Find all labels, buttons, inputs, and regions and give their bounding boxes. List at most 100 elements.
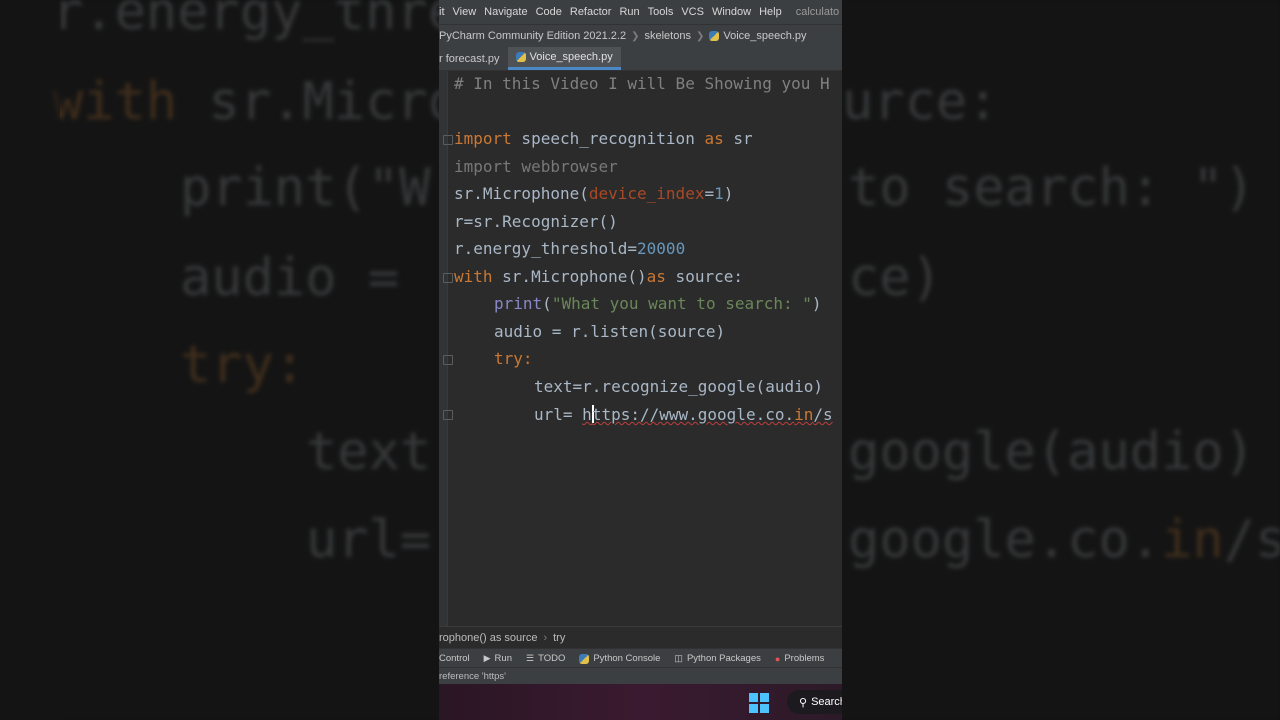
url-tail: /s xyxy=(813,405,833,424)
mic-call: sr.Microphone( xyxy=(454,184,589,203)
url-h: h xyxy=(582,405,592,424)
python-file-icon xyxy=(709,31,720,41)
fold-marker-icon[interactable] xyxy=(443,410,453,420)
menu-item-vcs[interactable]: VCS xyxy=(681,6,704,18)
print-open: ( xyxy=(542,294,552,313)
module-name: speech_recognition xyxy=(511,129,705,148)
code-line-comment: # In this Video I will Be Showing you H xyxy=(454,74,830,93)
packages-icon: ◫ xyxy=(674,653,683,663)
module-alias: sr xyxy=(723,129,753,148)
url-domain: ttps://www.google.co. xyxy=(591,405,795,424)
menu-item-navigate[interactable]: Navigate xyxy=(484,6,527,18)
keyword-as: as xyxy=(704,129,724,148)
tool-problems[interactable]: ● Problems xyxy=(775,653,825,664)
menu-item-code[interactable]: Code xyxy=(536,6,562,18)
with-target: source: xyxy=(665,267,743,286)
code-structure-breadcrumb: rophone() as source › try xyxy=(439,626,842,649)
fold-marker-icon[interactable] xyxy=(443,355,453,365)
breadcrumb-file[interactable]: Voice_speech.py xyxy=(723,30,806,42)
code-editor[interactable]: # In this Video I will Be Showing you H … xyxy=(439,71,842,626)
tool-version-control-label: Control xyxy=(439,653,470,664)
print-close: ) xyxy=(811,294,822,313)
code-line-microphone: sr.Microphone(device_index=1) xyxy=(454,183,733,205)
navigation-breadcrumb: PyCharm Community Edition 2021.2.2 ❯ ske… xyxy=(439,24,842,47)
tool-problems-label: Problems xyxy=(784,653,825,664)
tool-todo[interactable]: ☰ TODO xyxy=(526,653,565,664)
try-colon: : xyxy=(522,349,533,368)
tab-voice-speech[interactable]: Voice_speech.py xyxy=(507,47,621,70)
breadcrumb-project[interactable]: PyCharm Community Edition 2021.2.2 xyxy=(439,30,626,42)
print-string: "What you want to search: " xyxy=(551,294,812,313)
code-line-audio: audio = r.listen(source) xyxy=(494,322,726,341)
menu-item-run[interactable]: Run xyxy=(619,6,639,18)
keyword-as: as xyxy=(646,267,666,286)
code-line-try: try: xyxy=(494,348,533,370)
keyword-try: try xyxy=(494,349,523,368)
tool-python-packages[interactable]: ◫ Python Packages xyxy=(674,653,760,664)
menu-item-help[interactable]: Help xyxy=(759,6,782,18)
windows-taskbar: ⚲ Search xyxy=(439,684,842,720)
keyword-import: import xyxy=(454,129,512,148)
taskbar-search-label: Search xyxy=(811,696,842,708)
python-file-icon xyxy=(515,52,526,62)
ide-window: it View Navigate Code Refactor Run Tools… xyxy=(439,0,842,720)
chevron-right-icon: › xyxy=(543,632,548,644)
menu-bar: it View Navigate Code Refactor Run Tools… xyxy=(439,0,842,24)
builtin-print: print xyxy=(494,294,543,313)
code-line-with: with sr.Microphone()as source: xyxy=(454,266,743,288)
tool-python-packages-label: Python Packages xyxy=(686,653,761,664)
mic-eq: = xyxy=(704,184,715,203)
chevron-right-icon: ❯ xyxy=(631,30,640,42)
tool-version-control[interactable]: Control xyxy=(439,653,470,664)
with-body: sr.Microphone() xyxy=(492,267,647,286)
taskbar-search-button[interactable]: ⚲ Search xyxy=(787,690,842,714)
tab-forecast-label: r forecast.py xyxy=(439,52,500,65)
status-bar: reference 'https' xyxy=(439,667,842,684)
window-title: calculato xyxy=(795,6,840,18)
menu-item-tools[interactable]: Tools xyxy=(648,6,674,18)
list-icon: ☰ xyxy=(525,653,535,663)
fold-marker-icon[interactable] xyxy=(443,135,453,145)
code-line-recognizer: r=sr.Recognizer() xyxy=(454,212,618,231)
tool-run[interactable]: ▶ Run xyxy=(484,653,512,664)
chevron-right-icon: ❯ xyxy=(695,30,705,42)
error-icon: ● xyxy=(774,653,781,664)
menu-item-window[interactable]: Window xyxy=(712,6,751,18)
status-message: reference 'https' xyxy=(439,670,506,682)
menu-item-edit[interactable]: it xyxy=(439,6,445,18)
code-line-import-sr: import speech_recognition as sr xyxy=(454,128,753,150)
breadcrumb-folder[interactable]: skeletons xyxy=(644,30,690,42)
tool-run-label: Run xyxy=(494,653,512,664)
url-assign: url= xyxy=(534,405,583,424)
threshold-assign: r.energy_threshold= xyxy=(454,239,638,258)
keyword-with: with xyxy=(454,267,493,286)
threshold-value: 20000 xyxy=(637,239,686,258)
tool-todo-label: TODO xyxy=(538,653,566,664)
windows-start-icon[interactable] xyxy=(749,693,769,713)
editor-tabs: r forecast.py Voice_speech.py xyxy=(439,47,842,71)
editor-gutter xyxy=(439,71,448,626)
structure-crumb-with[interactable]: rophone() as source xyxy=(439,632,537,644)
code-line-url: url= https://www.google.co.in/s xyxy=(534,404,833,426)
tool-python-console-label: Python Console xyxy=(593,653,661,664)
menu-item-view[interactable]: View xyxy=(453,6,477,18)
code-line-threshold: r.energy_threshold=20000 xyxy=(454,238,685,260)
code-line-print: print("What you want to search: ") xyxy=(494,293,822,315)
mic-param: device_index xyxy=(588,184,705,203)
menu-item-refactor[interactable]: Refactor xyxy=(570,6,612,18)
mic-close: ) xyxy=(723,184,734,203)
python-icon xyxy=(579,653,590,664)
code-line-import-webbrowser: import webbrowser xyxy=(454,157,618,176)
tab-forecast[interactable]: r forecast.py xyxy=(439,47,508,70)
url-in-keyword: in xyxy=(794,405,814,424)
tab-voice-speech-label: Voice_speech.py xyxy=(529,51,613,63)
code-line-text: text=r.recognize_google(audio) xyxy=(534,377,823,396)
fold-marker-icon[interactable] xyxy=(443,273,453,283)
structure-crumb-try[interactable]: try xyxy=(553,632,565,644)
url-error-text: https://www.google.co.in/s xyxy=(582,405,833,424)
tool-python-console[interactable]: Python Console xyxy=(579,653,660,664)
tool-window-bar: Control ▶ Run ☰ TODO Python Console ◫ Pytho… xyxy=(439,648,842,668)
search-icon: ⚲ xyxy=(799,696,808,709)
mic-value: 1 xyxy=(714,184,724,203)
play-icon: ▶ xyxy=(483,653,491,663)
